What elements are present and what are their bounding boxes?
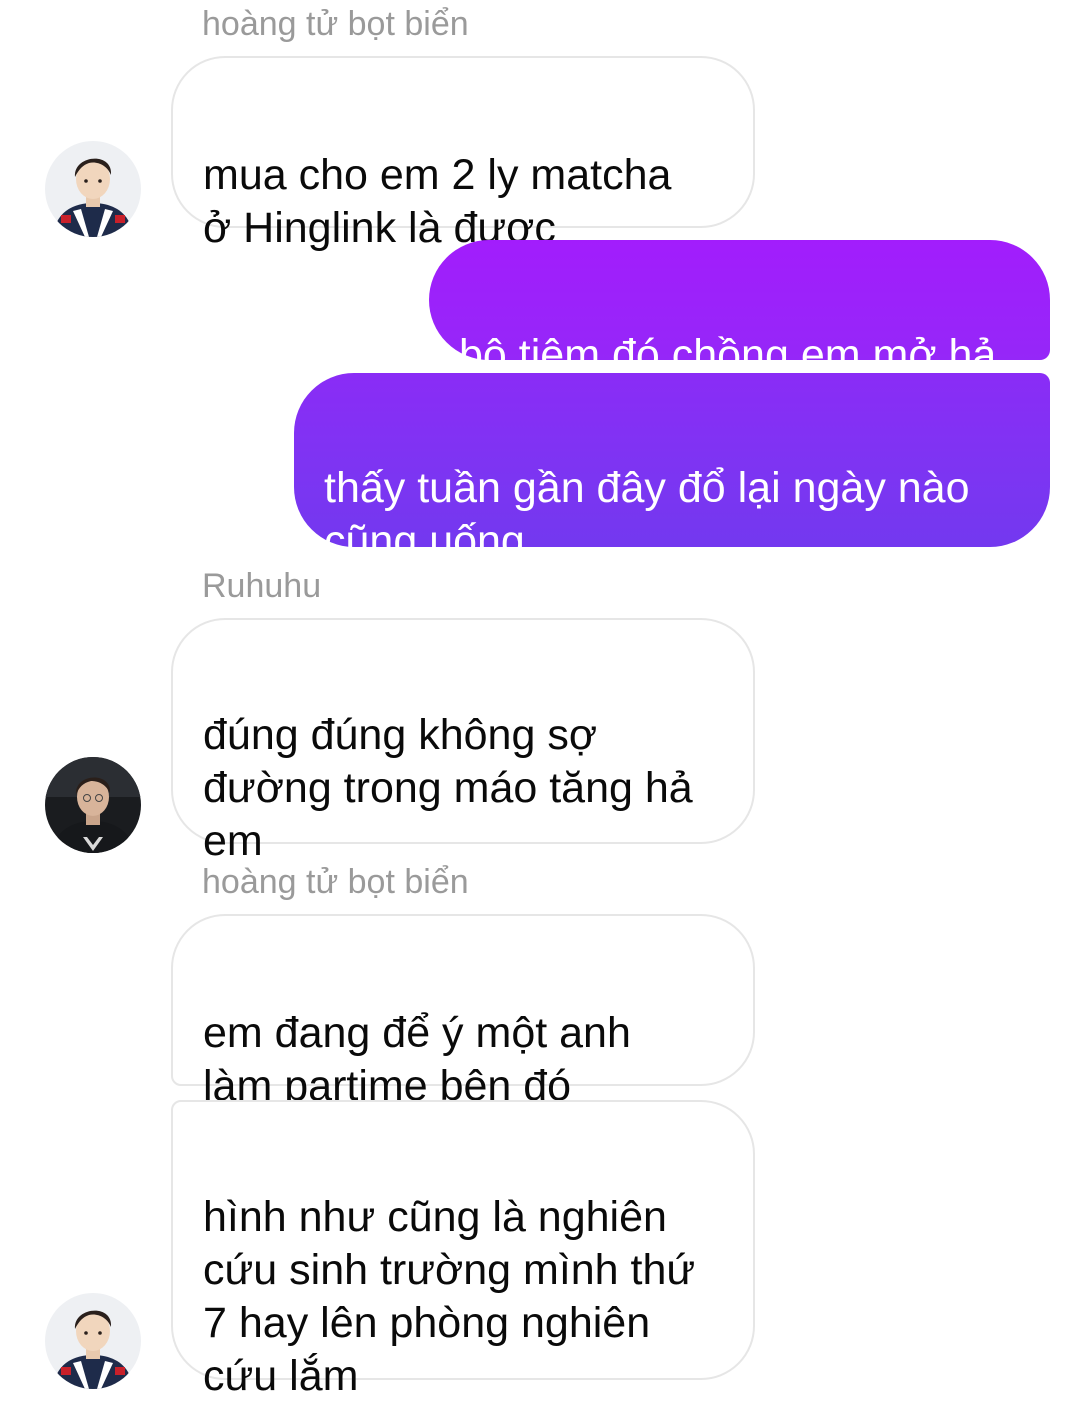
message-text: em đang để ý một anh làm partime bên đó <box>203 1009 631 1110</box>
message-bubble-incoming[interactable]: mua cho em 2 ly matcha ở Hinglink là đượ… <box>171 56 755 252</box>
message-bubble-outgoing[interactable]: thấy tuần gần đây đổ lại ngày nào cũng u… <box>294 373 1050 565</box>
avatar[interactable] <box>45 141 141 237</box>
message-text: thấy tuần gần đây đổ lại ngày nào cũng u… <box>324 464 970 565</box>
avatar-icon <box>45 1293 141 1389</box>
message-bubble-incoming[interactable]: em đang để ý một anh làm partime bên đó <box>171 914 755 1110</box>
sender-name: hoàng tử bọt biển <box>202 5 469 43</box>
message-text: đúng đúng không sợ đường trong máo tăng … <box>203 711 693 865</box>
message-bubble-outgoing[interactable]: bộ tiệm đó chồng em mở hả <box>429 240 1050 379</box>
message-text: mua cho em 2 ly matcha ở Hinglink là đượ… <box>203 151 672 252</box>
message-text: bộ tiệm đó chồng em mở hả <box>459 331 997 379</box>
sender-name: Ruhuhu <box>202 567 322 605</box>
avatar-icon <box>45 757 141 853</box>
message-bubble-incoming[interactable]: hình như cũng là nghiên cứu sinh trường … <box>171 1100 755 1400</box>
message-bubble-incoming[interactable]: đúng đúng không sợ đường trong máo tăng … <box>171 618 755 865</box>
avatar[interactable] <box>45 757 141 853</box>
sender-name: hoàng tử bọt biển <box>202 863 469 901</box>
avatar-icon <box>45 141 141 237</box>
message-text: hình như cũng là nghiên cứu sinh trường … <box>203 1193 696 1400</box>
avatar[interactable] <box>45 1293 141 1389</box>
